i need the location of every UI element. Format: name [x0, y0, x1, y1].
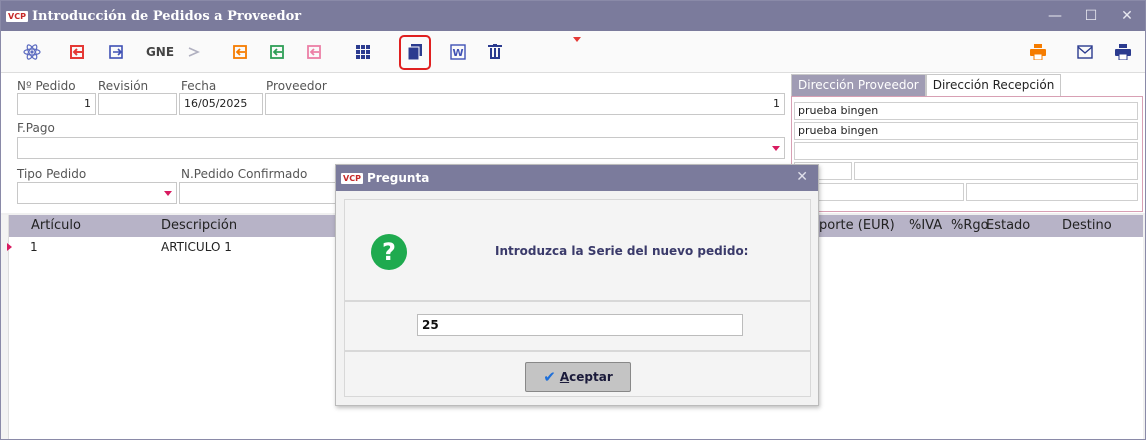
dialog-button-section: ✔ Aceptar [344, 351, 811, 397]
close-button[interactable]: ✕ [1109, 1, 1145, 31]
label-fpago: F.Pago [17, 121, 55, 135]
row-descripcion: ARTICULO 1 [161, 240, 232, 254]
address-province[interactable] [794, 183, 964, 201]
col-descripcion[interactable]: Descripción [161, 218, 237, 233]
drop-marker-icon [573, 37, 581, 42]
current-row-icon [7, 243, 12, 251]
row-articulo: 1 [30, 240, 38, 254]
numero-field[interactable]: 1 [17, 93, 96, 115]
import-green-icon[interactable] [267, 40, 287, 64]
printer-orange-icon[interactable] [1028, 40, 1048, 64]
title-bar: VCP Introducción de Pedidos a Proveedor … [1, 1, 1145, 31]
question-text: Introduzca la Serie del nuevo pedido: [495, 244, 749, 258]
tipo-select[interactable] [17, 182, 177, 204]
printer-icon[interactable] [1113, 40, 1133, 64]
app-logo: VCP [6, 10, 28, 22]
label-npedido: N.Pedido Confirmado [181, 167, 308, 181]
dialog-question-section: ? Introduzca la Serie del nuevo pedido: [344, 199, 811, 301]
dialog-input-section: 25 [344, 301, 811, 351]
accept-label: ceptar [569, 370, 613, 384]
question-dialog: VCP Pregunta ✕ ? Introduzca la Serie del… [335, 164, 819, 406]
col-estado[interactable]: Estado [986, 218, 1030, 233]
accept-label-mnemonic: A [559, 370, 570, 384]
label-revision: Revisión [98, 79, 149, 93]
col-iva[interactable]: %IVA [909, 218, 942, 233]
dialog-title: Pregunta [366, 171, 430, 185]
tab-direccion-recepcion[interactable]: Dirección Recepción [925, 74, 1062, 96]
fpago-select[interactable] [17, 137, 785, 159]
dialog-title-bar: VCP Pregunta ✕ [336, 165, 818, 191]
col-rgo[interactable]: %Rgo [951, 218, 989, 233]
window-controls: — ☐ ✕ [1037, 1, 1145, 31]
address-line-3[interactable] [794, 142, 1138, 160]
address-city[interactable] [854, 162, 1138, 180]
gne-button[interactable]: GNE [145, 40, 175, 64]
npedido-field[interactable] [179, 182, 339, 204]
import-orange-icon[interactable] [230, 40, 250, 64]
col-articulo[interactable]: Artículo [31, 218, 81, 233]
col-importe[interactable]: porte (EUR) [819, 218, 895, 233]
dialog-close-icon[interactable]: ✕ [796, 169, 808, 185]
mail-icon[interactable] [1075, 40, 1095, 64]
arrow-right-icon[interactable] [185, 40, 203, 64]
import-icon[interactable] [66, 40, 88, 64]
window-title: Introducción de Pedidos a Proveedor [31, 8, 302, 24]
tab-direccion-proveedor[interactable]: Dirección Proveedor [791, 74, 926, 96]
label-tipo: Tipo Pedido [17, 167, 87, 181]
fecha-field[interactable]: 16/05/2025 [179, 93, 263, 115]
delete-icon[interactable] [485, 40, 505, 64]
maximize-button[interactable]: ☐ [1073, 1, 1109, 31]
word-icon[interactable]: W [448, 40, 468, 64]
import-pink-icon[interactable] [304, 40, 324, 64]
address-line-1[interactable]: prueba bingen [794, 102, 1138, 120]
revision-field[interactable] [98, 93, 177, 115]
atom-icon[interactable] [21, 40, 43, 64]
highlight-box [399, 35, 431, 70]
svg-text:W: W [452, 48, 463, 59]
grid-icon[interactable] [353, 40, 373, 64]
address-country[interactable] [966, 183, 1138, 201]
check-icon: ✔ [543, 368, 556, 386]
export-icon[interactable] [105, 40, 127, 64]
serie-input[interactable]: 25 [417, 314, 743, 336]
proveedor-field[interactable]: 1 [265, 93, 785, 115]
address-line-2[interactable]: prueba bingen [794, 122, 1138, 140]
address-panel: prueba bingen prueba bingen [791, 96, 1143, 212]
label-numero: Nº Pedido [17, 79, 76, 93]
dialog-logo: VCP [341, 172, 363, 184]
chevron-down-icon[interactable] [772, 146, 780, 151]
question-icon: ? [371, 234, 407, 270]
col-destino[interactable]: Destino [1062, 218, 1112, 233]
minimize-button[interactable]: — [1037, 1, 1073, 31]
label-proveedor: Proveedor [266, 79, 327, 93]
label-fecha: Fecha [181, 79, 217, 93]
accept-button[interactable]: ✔ Aceptar [525, 362, 631, 392]
address-tabs: Dirección Proveedor Dirección Recepción [791, 74, 1062, 96]
chevron-down-icon[interactable] [164, 191, 172, 196]
